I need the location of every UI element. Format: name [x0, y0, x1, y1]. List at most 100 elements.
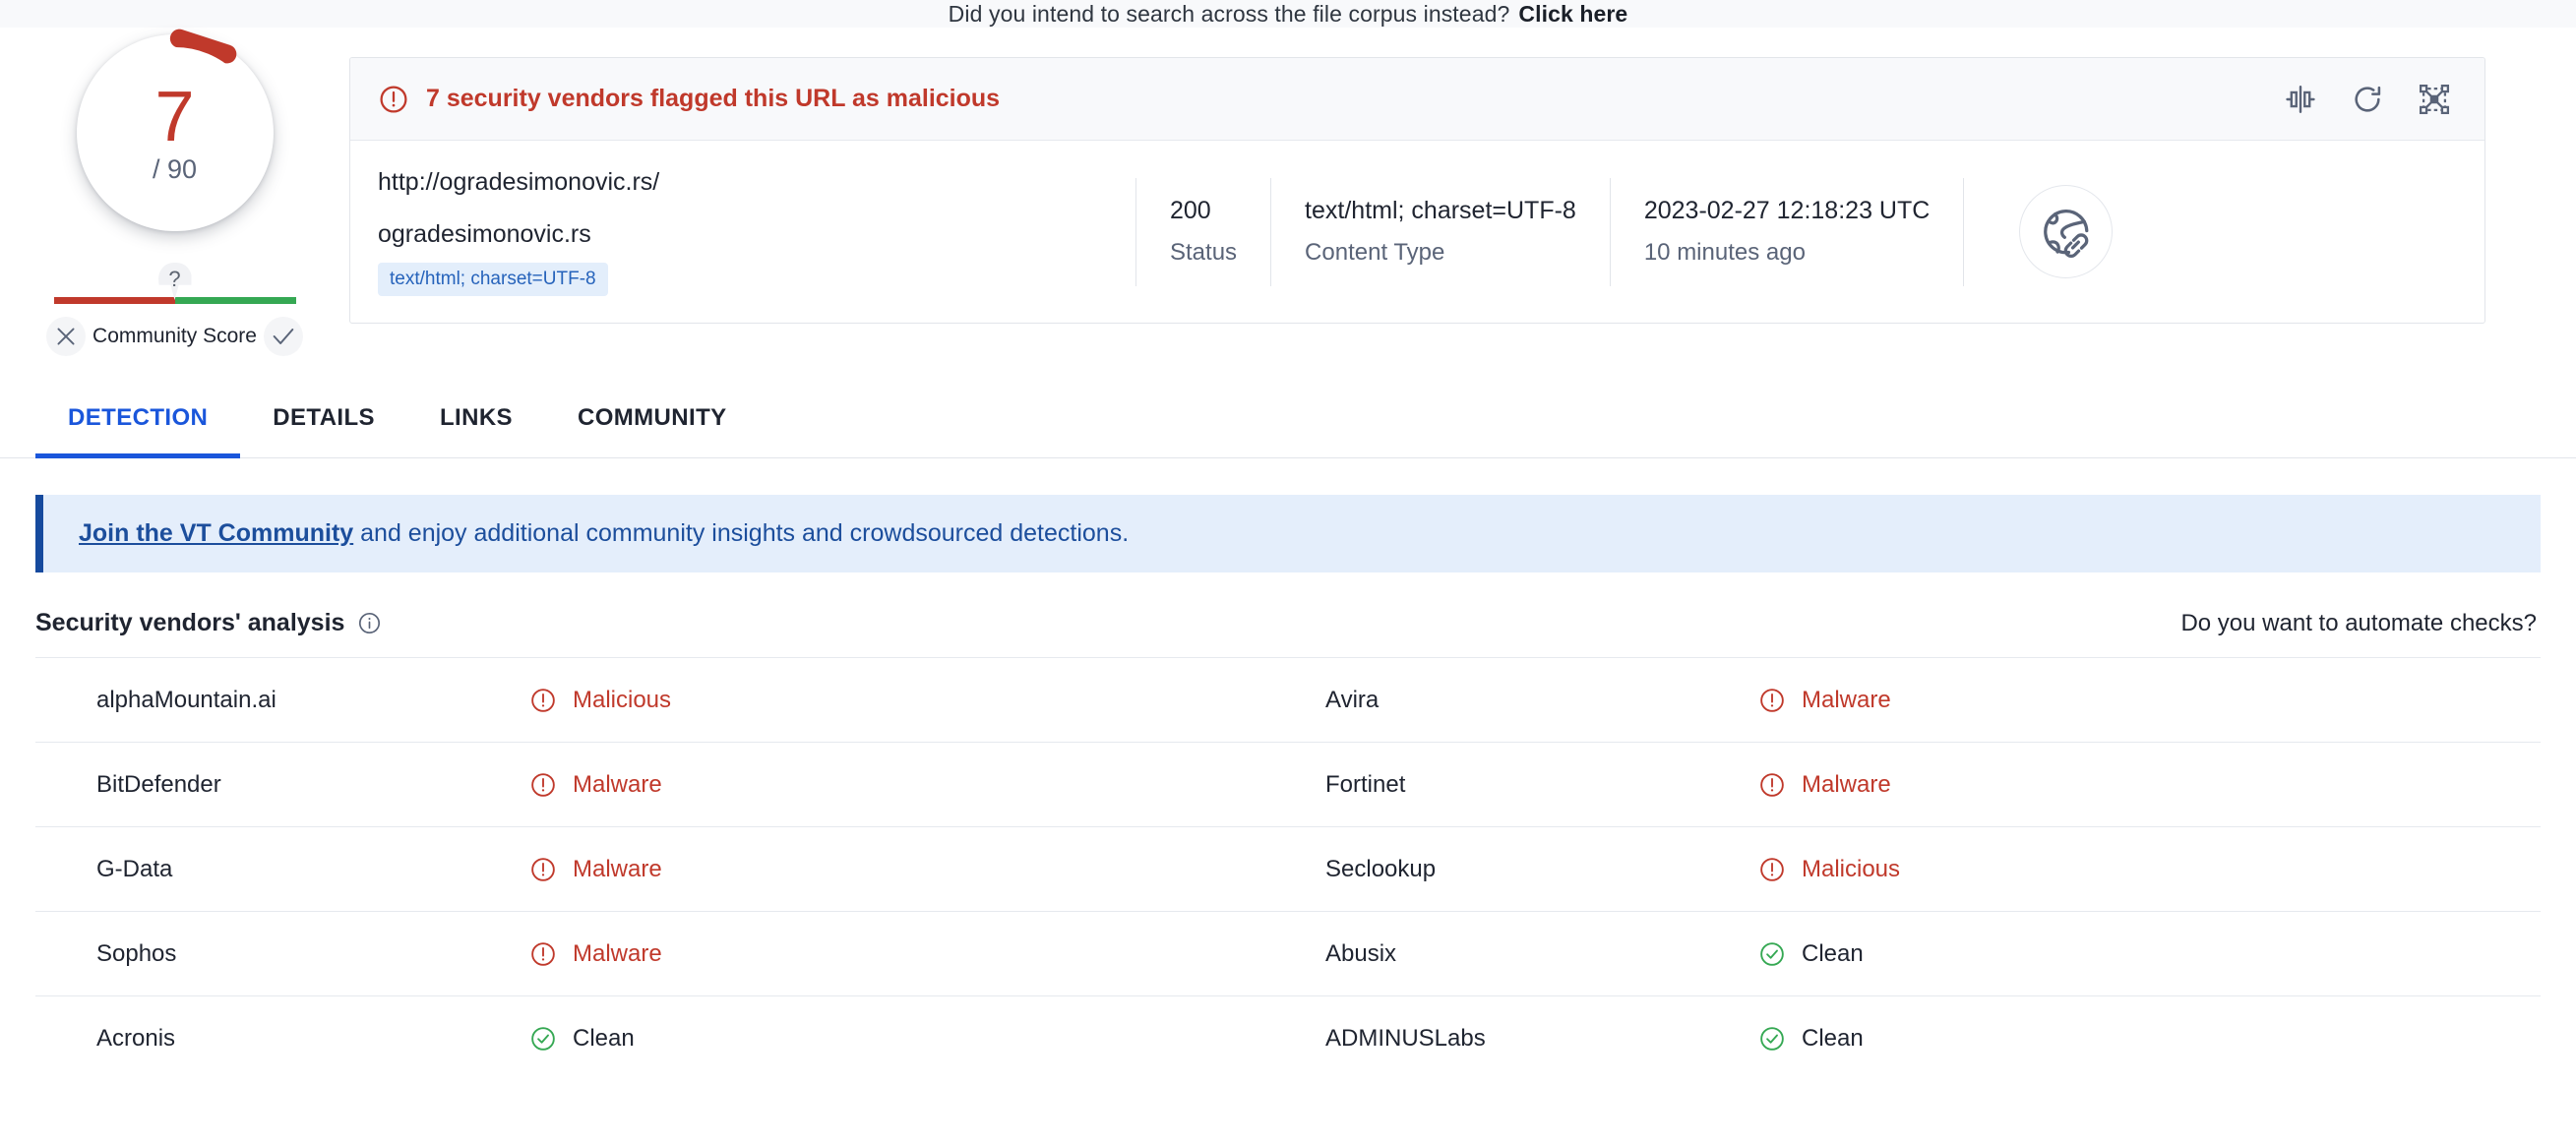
alert-message: 7 security vendors flagged this URL as m…	[426, 85, 1001, 112]
domain-value[interactable]: ogradesimonovic.rs	[378, 220, 1135, 249]
scan-date-relative: 10 minutes ago	[1643, 239, 1806, 266]
community-score-bar-positive	[174, 297, 296, 304]
vendor-result: Clean	[529, 1025, 635, 1053]
click-here-link[interactable]: Click here	[1518, 1, 1627, 28]
content-type-cell: text/html; charset=UTF-8 Content Type	[1270, 177, 1610, 286]
status-cell: 200 Status	[1135, 177, 1270, 286]
vendor-cell-left: Acronis Clean	[35, 996, 1288, 1080]
community-score-controls: Community Score	[45, 317, 304, 356]
url-value[interactable]: http://ogradesimonovic.rs/	[378, 168, 1135, 197]
vendor-cell-left: Sophos Malware	[35, 912, 1288, 995]
vendor-result-label: Malware	[1802, 770, 1891, 798]
automate-checks-link[interactable]: Do you want to automate checks?	[2180, 610, 2537, 637]
detection-total: / 90	[152, 153, 198, 184]
tab-detection[interactable]: DETECTION	[35, 382, 241, 458]
alert-circle-icon	[531, 772, 555, 797]
community-score-downvote-button[interactable]	[45, 317, 86, 356]
globe-link-icon	[2043, 209, 2089, 258]
vendor-cell-right: Abusix Clean	[1288, 912, 2541, 995]
vendor-result-label: Clean	[573, 1024, 635, 1052]
check-circle-icon	[1760, 941, 1784, 966]
content-type-label: Content Type	[1305, 239, 1445, 266]
community-score-marker: ?	[157, 263, 192, 300]
graph-button[interactable]	[2418, 83, 2451, 116]
file-corpus-banner-text: Did you intend to search across the file…	[948, 0, 1510, 27]
table-row: BitDefender Malware Fortinet Malware	[35, 742, 2541, 826]
tab-links[interactable]: LINKS	[407, 382, 545, 458]
url-metadata-cells: 200 Status text/html; charset=UTF-8 Cont…	[1135, 177, 2484, 286]
content-type-value: text/html; charset=UTF-8	[1305, 197, 1576, 224]
alert-circle-icon	[1760, 688, 1784, 712]
alert-circle-icon	[531, 941, 555, 966]
compare-button[interactable]	[2284, 83, 2317, 116]
url-type-avatar-cell	[1963, 177, 2158, 286]
tab-community[interactable]: COMMUNITY	[545, 382, 760, 458]
vendor-result-label: Malware	[1802, 686, 1891, 713]
vendor-name: Sophos	[96, 939, 177, 967]
alert-circle-icon	[1760, 857, 1784, 881]
vendors-analysis-table: alphaMountain.ai Malicious Avira Malware Bit…	[0, 657, 2576, 1080]
vendor-result-label: Malware	[573, 939, 662, 967]
info-icon[interactable]	[357, 611, 382, 635]
reanalyze-icon	[2355, 86, 2381, 112]
vendor-name: Abusix	[1325, 939, 1397, 967]
vendor-name: BitDefender	[96, 770, 221, 798]
alert-circle-icon	[531, 688, 555, 712]
check-circle-icon	[1760, 1026, 1784, 1051]
vendor-cell-right: Fortinet Malware	[1288, 743, 2541, 826]
table-row: alphaMountain.ai Malicious Avira Malware	[35, 657, 2541, 742]
vendors-title-group: Security vendors' analysis	[35, 609, 382, 637]
gauge-inner: 7 / 90	[89, 47, 261, 218]
vendor-result-label: Malicious	[573, 686, 672, 713]
detection-gauge: 7 / 90	[76, 27, 274, 231]
vendor-cell-left: BitDefender Malware	[35, 743, 1288, 826]
table-row: Acronis Clean ADMINUSLabs Clean	[35, 995, 2541, 1080]
community-score-value: ?	[168, 267, 181, 291]
scan-date-cell: 2023-02-27 12:18:23 UTC 10 minutes ago	[1609, 177, 1963, 286]
vendor-result-label: Clean	[1802, 939, 1864, 967]
vendor-name: Fortinet	[1325, 770, 1406, 798]
community-score-upvote-button[interactable]	[264, 317, 304, 356]
vendor-result: Malware	[529, 856, 662, 883]
detection-gauge-column: 7 / 90 ? Community Score	[0, 27, 349, 356]
vendor-name: alphaMountain.ai	[96, 686, 276, 713]
vendor-result: Malware	[529, 771, 662, 799]
x-icon	[56, 328, 75, 345]
url-metadata-row: http://ogradesimonovic.rs/ ogradesimonov…	[350, 141, 2484, 323]
malicious-alert-row: 7 security vendors flagged this URL as m…	[350, 58, 2484, 141]
vendor-result-label: Clean	[1802, 1024, 1864, 1052]
vendor-cell-right: Avira Malware	[1288, 658, 2541, 742]
community-score-label: Community Score	[92, 325, 257, 347]
vendor-result: Malicious	[1758, 856, 1900, 883]
vendor-result: Malicious	[529, 687, 671, 714]
vendor-result: Clean	[1758, 940, 1864, 968]
vendor-name: G-Data	[96, 855, 173, 882]
vendor-result: Malware	[529, 940, 662, 968]
check-icon	[274, 329, 294, 344]
vendor-result: Malware	[1758, 771, 1891, 799]
vendor-result-label: Malware	[573, 855, 662, 882]
scan-date-value: 2023-02-27 12:18:23 UTC	[1643, 197, 1931, 224]
reanalyze-button[interactable]	[2351, 83, 2384, 116]
detection-score: 7	[154, 77, 195, 156]
tab-details[interactable]: DETAILS	[240, 382, 407, 458]
report-tabs: DETECTION DETAILS LINKS COMMUNITY	[0, 382, 2576, 458]
vendor-cell-left: G-Data Malware	[35, 827, 1288, 911]
status-label: Status	[1170, 239, 1238, 266]
alert-circle-icon	[1760, 772, 1784, 797]
vendor-name: Acronis	[96, 1024, 176, 1052]
vendor-result-label: Malicious	[1802, 855, 1901, 882]
file-corpus-banner: Did you intend to search across the file…	[0, 0, 2576, 28]
check-circle-icon	[531, 1026, 555, 1051]
graph-icon	[2419, 84, 2450, 114]
table-row: Sophos Malware Abusix Clean	[35, 911, 2541, 995]
vendors-section-header: Security vendors' analysis Do you want t…	[0, 572, 2576, 657]
vendor-result: Clean	[1758, 1025, 1864, 1053]
vendor-cell-left: alphaMountain.ai Malicious	[35, 658, 1288, 742]
report-header-actions	[2284, 83, 2451, 116]
vendor-name: Avira	[1325, 686, 1380, 713]
avatar	[2019, 185, 2114, 278]
content-type-tag[interactable]: text/html; charset=UTF-8	[378, 262, 608, 296]
join-vt-community-link[interactable]: Join the VT Community	[79, 519, 353, 547]
vendor-name: Seclookup	[1325, 855, 1437, 882]
